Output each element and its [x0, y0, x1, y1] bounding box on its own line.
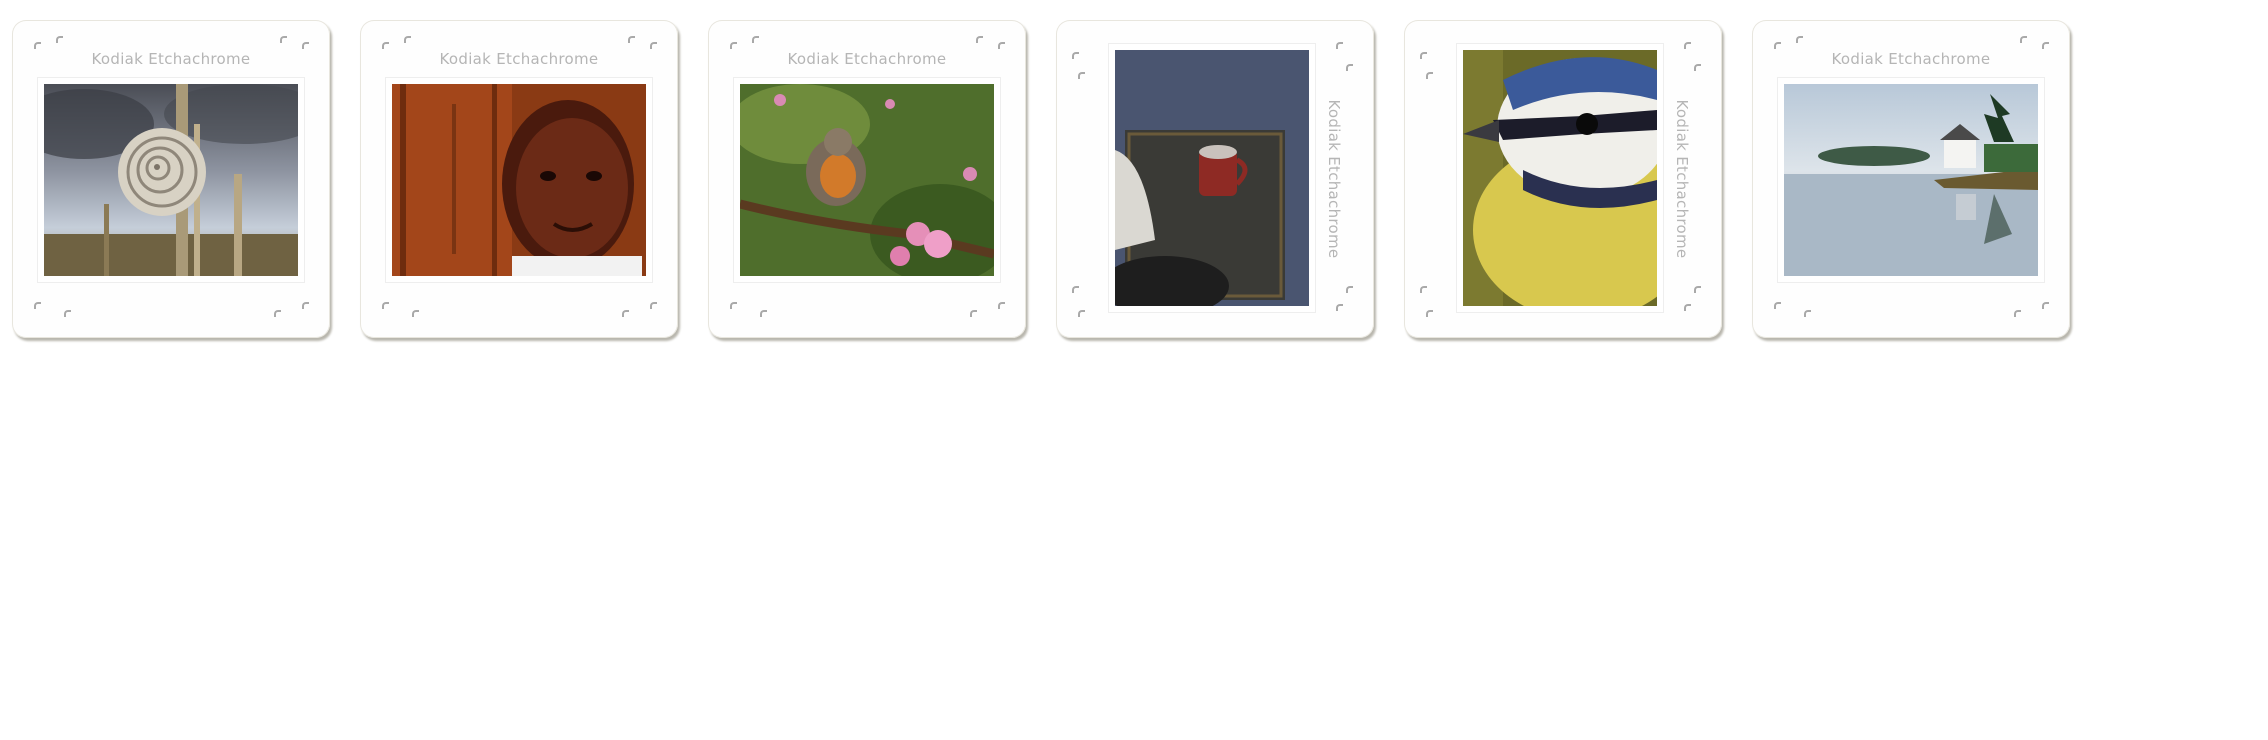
lakeside-house-photo — [1784, 84, 2038, 276]
slide-cup-still-life[interactable]: Kodiak Etchachrome — [1056, 20, 1374, 338]
corner-mark — [650, 302, 657, 309]
corner-mark — [970, 310, 977, 317]
slide-snail[interactable]: Kodiak Etchachrome — [12, 20, 330, 338]
corner-mark — [1336, 304, 1343, 311]
corner-mark — [1078, 72, 1085, 79]
corner-mark — [1684, 42, 1691, 49]
photo-frame — [1457, 44, 1663, 312]
corner-mark — [998, 302, 1005, 309]
corner-mark — [1072, 286, 1079, 293]
photo-frame — [1109, 44, 1315, 312]
corner-mark — [56, 36, 63, 43]
slide-brand-label: Kodiak Etchachrome — [1673, 99, 1691, 259]
corner-mark — [382, 302, 389, 309]
corner-mark — [1420, 286, 1427, 293]
corner-mark — [2014, 310, 2021, 317]
corner-mark — [730, 302, 737, 309]
slide-robin[interactable]: Kodiak Etchachrome — [708, 20, 1026, 338]
corner-mark — [1804, 310, 1811, 317]
corner-mark — [1346, 286, 1353, 293]
corner-mark — [1796, 36, 1803, 43]
corner-mark — [1774, 42, 1781, 49]
corner-mark — [1336, 42, 1343, 49]
corner-mark — [280, 36, 287, 43]
corner-mark — [1694, 64, 1701, 71]
slide-brand-label: Kodiak Etchachrome — [1325, 99, 1343, 259]
corner-mark — [622, 310, 629, 317]
child-portrait-photo — [392, 84, 646, 276]
corner-mark — [1078, 310, 1085, 317]
photo-frame — [734, 78, 1000, 282]
corner-mark — [64, 310, 71, 317]
corner-mark — [2042, 302, 2049, 309]
corner-mark — [34, 42, 41, 49]
slide-lakeside-house[interactable]: Kodiak Etchachrome — [1752, 20, 2070, 338]
corner-mark — [2020, 36, 2027, 43]
corner-mark — [1426, 72, 1433, 79]
photo-frame — [386, 78, 652, 282]
corner-mark — [302, 42, 309, 49]
snail-photo — [44, 84, 298, 276]
corner-mark — [1072, 52, 1079, 59]
slide-child-portrait[interactable]: Kodiak Etchachrome — [360, 20, 678, 338]
cup-on-tray-photo — [1115, 50, 1309, 306]
corner-mark — [1774, 302, 1781, 309]
corner-mark — [1694, 286, 1701, 293]
corner-mark — [730, 42, 737, 49]
corner-mark — [998, 42, 1005, 49]
corner-mark — [2042, 42, 2049, 49]
corner-mark — [1684, 304, 1691, 311]
corner-mark — [976, 36, 983, 43]
robin-blossom-photo — [740, 84, 994, 276]
slide-brand-label: Kodiak Etchachrome — [91, 50, 251, 68]
corner-mark — [1426, 310, 1433, 317]
corner-mark — [404, 36, 411, 43]
photo-frame — [38, 78, 304, 282]
corner-mark — [34, 302, 41, 309]
photo-frame — [1778, 78, 2044, 282]
corner-mark — [650, 42, 657, 49]
corner-mark — [412, 310, 419, 317]
corner-mark — [752, 36, 759, 43]
corner-mark — [760, 310, 767, 317]
slide-brand-label: Kodiak Etchachrome — [1831, 50, 1991, 68]
blue-tit-bird-photo — [1463, 50, 1657, 306]
corner-mark — [274, 310, 281, 317]
corner-mark — [628, 36, 635, 43]
slide-brand-label: Kodiak Etchachrome — [787, 50, 947, 68]
corner-mark — [1346, 64, 1353, 71]
corner-mark — [302, 302, 309, 309]
slide-brand-label: Kodiak Etchachrome — [439, 50, 599, 68]
corner-mark — [382, 42, 389, 49]
slide-blue-tit[interactable]: Kodiak Etchachrome — [1404, 20, 1722, 338]
corner-mark — [1420, 52, 1427, 59]
